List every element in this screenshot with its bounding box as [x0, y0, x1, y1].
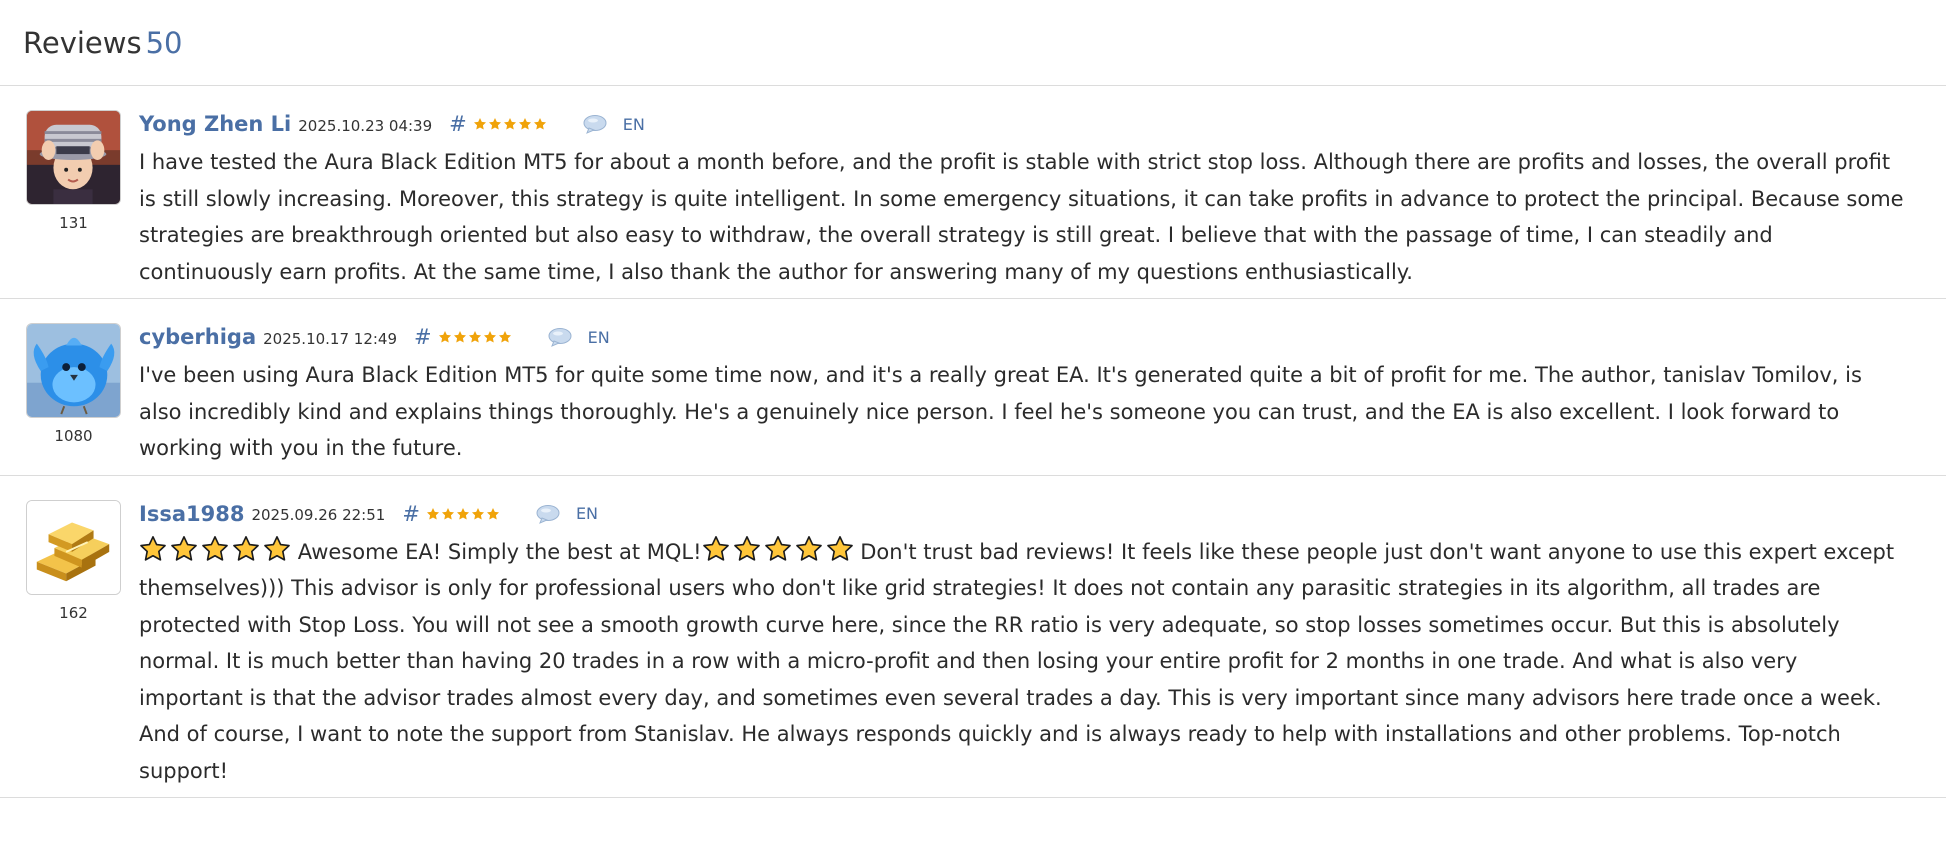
avatar[interactable]	[26, 110, 121, 205]
emoji-stars	[702, 535, 854, 563]
author-link[interactable]: cyberhiga	[139, 325, 256, 349]
star-emoji-icon	[795, 535, 823, 563]
star-icon	[453, 330, 467, 344]
star-icon	[503, 117, 517, 131]
star-rating	[426, 507, 500, 521]
star-emoji-icon	[170, 535, 198, 563]
reviews-title: Reviews	[23, 26, 142, 60]
star-emoji-icon	[733, 535, 761, 563]
review-text: Awesome EA! Simply the best at MQL! Don'…	[139, 534, 1906, 790]
permalink-hash[interactable]: #	[402, 502, 420, 526]
review-date: 2025.10.17 12:49	[263, 329, 398, 348]
permalink-hash[interactable]: #	[449, 112, 467, 136]
star-emoji-icon	[263, 535, 291, 563]
review-date: 2025.09.26 22:51	[251, 506, 386, 524]
author-link[interactable]: Issa1988	[139, 502, 244, 526]
star-emoji-icon	[702, 535, 730, 563]
speech-bubble-icon[interactable]	[583, 114, 607, 134]
blue-bird-avatar	[27, 324, 120, 417]
avatar[interactable]	[26, 499, 121, 595]
gold-bars-avatar	[27, 500, 120, 594]
review-item: 162 Issa1988 2025.09.26 22:51 # EN Aweso…	[0, 476, 1946, 798]
star-emoji-icon	[201, 535, 229, 563]
star-icon	[483, 330, 497, 344]
emoji-stars	[139, 535, 291, 563]
star-icon	[468, 330, 482, 344]
star-icon	[498, 330, 512, 344]
language-link[interactable]: EN	[576, 504, 598, 523]
user-rating-number: 131	[59, 214, 88, 232]
speech-bubble-icon[interactable]	[548, 327, 572, 347]
star-icon	[488, 117, 502, 131]
user-rating-number: 162	[59, 603, 88, 622]
language-link[interactable]: EN	[588, 328, 610, 347]
star-icon	[456, 507, 470, 521]
star-emoji-icon	[826, 535, 854, 563]
user-rating-number: 1080	[54, 427, 93, 445]
star-icon	[486, 507, 500, 521]
star-icon	[473, 117, 487, 131]
review-text-part: Awesome EA! Simply the best at MQL!	[297, 539, 702, 564]
star-icon	[533, 117, 547, 131]
review-text-part: Don't trust bad reviews! It feels like t…	[139, 539, 1895, 783]
star-emoji-icon	[139, 535, 167, 563]
permalink-hash[interactable]: #	[414, 325, 432, 349]
star-rating	[438, 330, 512, 344]
star-icon	[518, 117, 532, 131]
speech-bubble-icon[interactable]	[536, 504, 560, 524]
review-item: 131 Yong Zhen Li 2025.10.23 04:39 # EN I…	[0, 86, 1946, 299]
star-emoji-icon	[232, 535, 260, 563]
review-item: 1080 cyberhiga 2025.10.17 12:49 # EN I'v…	[0, 299, 1946, 476]
star-emoji-icon	[764, 535, 792, 563]
author-link[interactable]: Yong Zhen Li	[139, 112, 291, 136]
language-link[interactable]: EN	[623, 115, 645, 134]
star-icon	[471, 507, 485, 521]
star-icon	[441, 507, 455, 521]
avatar[interactable]	[26, 323, 121, 418]
child-with-hat-avatar	[27, 111, 120, 204]
star-icon	[426, 507, 440, 521]
reviews-count: 50	[145, 26, 183, 60]
review-text: I've been using Aura Black Edition MT5 f…	[139, 363, 1862, 460]
review-text: I have tested the Aura Black Edition MT5…	[139, 150, 1904, 284]
review-date: 2025.10.23 04:39	[298, 116, 433, 135]
star-rating	[473, 117, 547, 131]
star-icon	[438, 330, 452, 344]
reviews-header: Reviews 50	[0, 0, 1946, 86]
